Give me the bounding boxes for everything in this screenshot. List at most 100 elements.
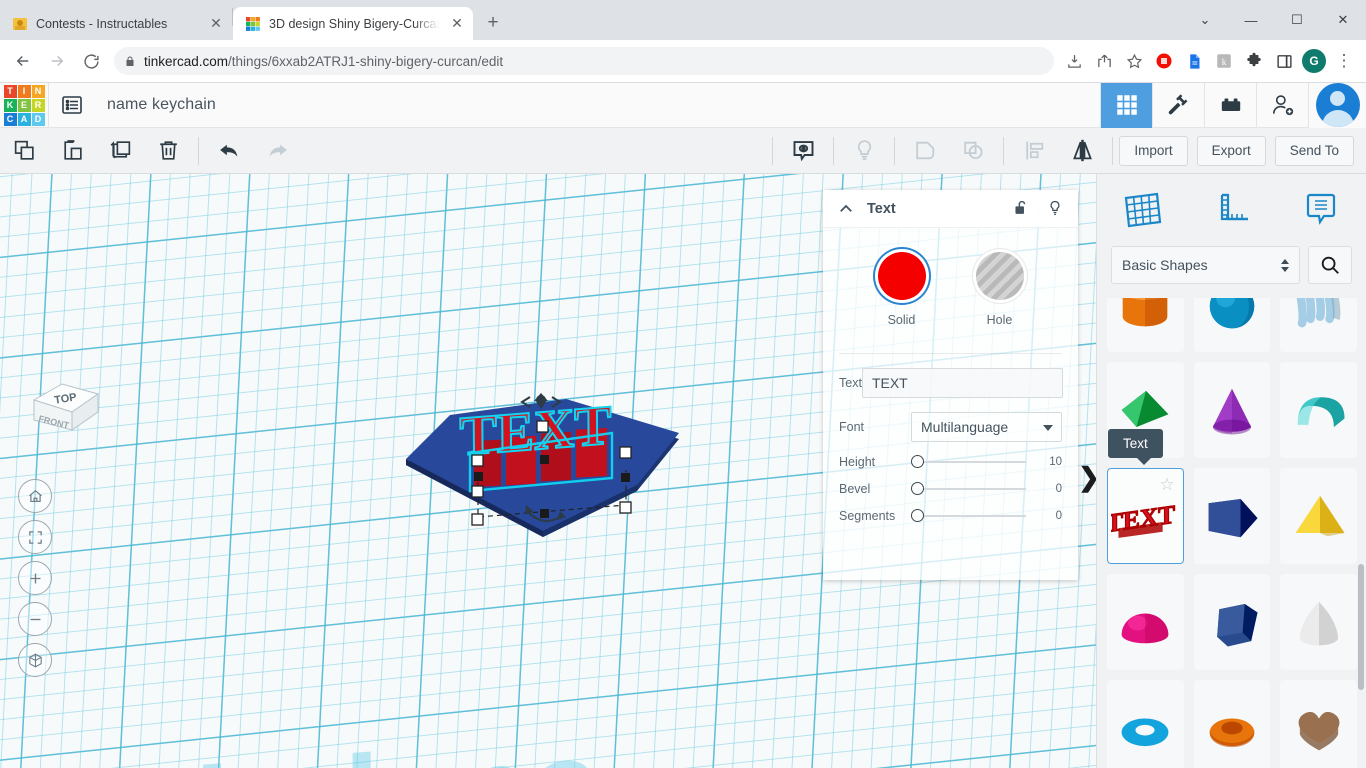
light-button[interactable] [840,128,888,174]
blocks-button[interactable] [1204,82,1256,128]
ruler-icon [1220,193,1248,221]
window-maximize-button[interactable]: ☐ [1274,0,1320,40]
redo-button[interactable] [253,128,301,174]
tab-close-icon[interactable]: ✕ [447,14,467,34]
window-close-button[interactable]: ✕ [1320,0,1366,40]
ungroup-button[interactable] [949,128,997,174]
sidepanel-icon[interactable] [1270,47,1298,75]
zoom-in-button[interactable] [18,561,52,595]
tinkercad-logo[interactable]: TINKERCAD [0,83,48,128]
sphere-shape[interactable] [1193,298,1271,352]
hole-swatch[interactable] [975,252,1024,300]
codeblocks-button[interactable] [1152,82,1204,128]
cone-shape[interactable] [1193,362,1271,458]
tab-close-icon[interactable]: ✕ [206,14,226,34]
adblock-icon[interactable] [1150,47,1178,75]
import-button[interactable]: Import [1119,135,1188,166]
duplicate-icon [110,141,130,159]
unlocked-padlock-icon[interactable] [1013,199,1030,218]
favorite-star-icon[interactable]: ☆ [1159,475,1174,495]
shapes-list[interactable]: ☆ TEXT [1097,298,1366,768]
grid-apps-icon [1116,95,1137,115]
zoom-out-button[interactable] [18,602,52,636]
browser-tab-tinkercad[interactable]: 3D design Shiny Bigery-Curcan | ✕ [233,7,473,40]
user-avatar-wrap[interactable] [1308,82,1366,128]
tinkercad-header: TINKERCAD name keychain [0,82,1366,128]
address-bar[interactable]: tinkercad.com/things/6xxab2ATRJ1-shiny-b… [114,47,1054,75]
new-tab-button[interactable]: + [479,9,507,37]
extension-k-icon[interactable]: k [1210,47,1238,75]
home-icon [28,489,42,502]
fit-to-view-button[interactable] [18,520,52,554]
height-slider[interactable] [911,455,1026,468]
group-button[interactable] [901,128,949,174]
hole-mode-option[interactable]: Hole [975,252,1024,327]
height-slider-knob[interactable] [911,455,924,468]
duplicate-button[interactable] [96,128,144,174]
solid-mode-option[interactable]: Solid [877,252,926,327]
cylinder-shape[interactable] [1107,298,1184,352]
ruler-tool[interactable] [1187,188,1277,232]
puzzle-extension-icon[interactable] [1240,47,1268,75]
shape-tooltip: Text [1108,429,1163,465]
undo-button[interactable] [205,128,253,174]
window-minimize-button[interactable]: — [1228,0,1274,40]
segments-slider-knob[interactable] [911,509,924,522]
text-input[interactable] [861,368,1063,398]
forward-icon[interactable] [42,46,72,76]
window-minimize-group-button[interactable]: ⌄ [1182,0,1228,40]
design-list-button[interactable] [49,83,95,128]
paraboloid-shape[interactable] [1280,574,1357,670]
shape-category-select[interactable]: Basic Shapes [1111,246,1300,284]
paste-button[interactable] [48,128,96,174]
shapes-scrollbar[interactable] [1358,564,1364,690]
notes-button[interactable] [779,128,827,174]
bevel-slider-knob[interactable] [911,482,924,495]
align-button[interactable] [1010,128,1058,174]
home-view-button[interactable] [18,479,52,513]
bevel-slider[interactable] [911,482,1026,495]
back-icon[interactable] [8,46,38,76]
browser-menu-icon[interactable]: ⋮ [1330,47,1358,75]
keychain-model[interactable]: TEXT TEXT [398,387,688,547]
dome-shape[interactable] [1107,574,1184,670]
copy-button[interactable] [0,128,48,174]
note-tool[interactable] [1276,188,1366,232]
logo-tile-e: E [17,98,31,112]
browser-tab-contests[interactable]: Contests - Instructables ✕ [0,7,232,40]
view-cube[interactable]: TOP FRONT [26,372,104,444]
perspective-toggle-button[interactable] [18,643,52,677]
tube-shape[interactable] [1193,680,1271,768]
project-title[interactable]: name keychain [95,96,216,114]
heart-shape[interactable] [1280,680,1357,768]
invite-button[interactable] [1256,82,1308,128]
profile-avatar[interactable]: G [1300,47,1328,75]
hexprism-shape[interactable] [1193,574,1271,670]
docs-icon[interactable] [1180,47,1208,75]
bookmark-star-icon[interactable] [1120,47,1148,75]
torus-shape[interactable] [1107,680,1184,768]
halfcylinder-shape[interactable] [1280,362,1357,458]
lightbulb-icon[interactable] [1046,199,1064,218]
share-icon[interactable] [1090,47,1118,75]
segments-slider[interactable] [911,509,1026,522]
inspector-divider [839,353,1062,354]
reload-icon[interactable] [76,46,106,76]
scribble-shape[interactable] [1280,298,1357,352]
house-box-shape[interactable] [1193,468,1271,564]
pyramid-shape[interactable] [1280,468,1357,564]
text-shape[interactable]: ☆ TEXT [1107,468,1184,564]
workplane-tool[interactable] [1097,188,1187,232]
download-icon[interactable] [1060,47,1088,75]
mirror-button[interactable] [1058,128,1106,174]
inspector-header: Text [823,190,1078,228]
solid-swatch[interactable] [877,252,926,300]
font-select[interactable]: Multilanguage [911,412,1062,442]
designs-grid-button[interactable] [1100,82,1152,128]
chevron-up-icon[interactable] [837,200,855,218]
delete-button[interactable] [144,128,192,174]
export-button[interactable]: Export [1196,135,1266,166]
plus-icon [30,573,40,583]
shapes-search-button[interactable] [1308,246,1352,284]
send-to-button[interactable]: Send To [1274,135,1354,166]
